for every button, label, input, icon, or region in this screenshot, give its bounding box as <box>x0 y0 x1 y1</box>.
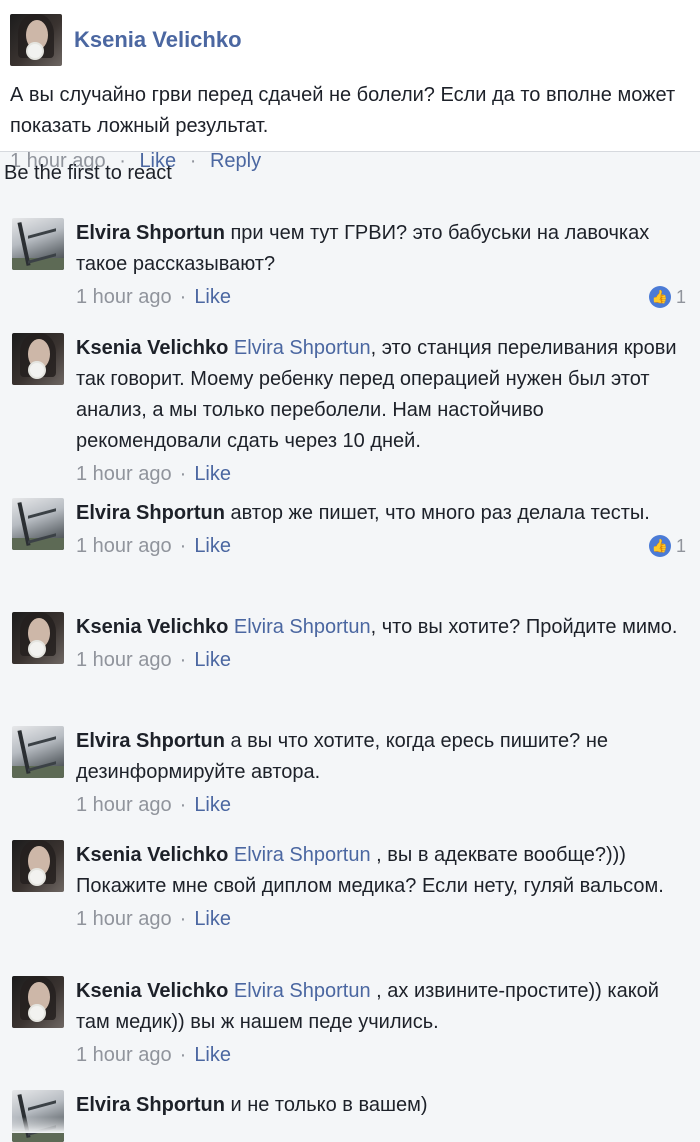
comments-page: Ksenia Velichko А вы случайно грви перед… <box>0 0 700 1142</box>
author-name[interactable]: Elvira Shportun <box>76 730 225 752</box>
comment-meta: 1 hour ago · Like <box>76 649 686 675</box>
avatar[interactable] <box>12 218 64 270</box>
separator: · <box>179 1044 187 1066</box>
timestamp[interactable]: 1 hour ago <box>76 463 172 485</box>
separator: · <box>179 463 187 485</box>
author-name[interactable]: Elvira Shportun <box>76 502 225 524</box>
comment-meta: 1 hour ago · Like 👍 1 <box>76 286 686 312</box>
like-link[interactable]: Like <box>194 1044 231 1066</box>
separator: · <box>179 286 187 308</box>
comment-body: автор же пишет, что много раз делала тес… <box>230 502 650 524</box>
mention-link[interactable]: Elvira Shportun <box>234 337 371 359</box>
comment-text: Elvira Shportun а вы что хотите, когда е… <box>76 726 686 788</box>
comment-meta: 1 hour ago · Like <box>76 908 686 934</box>
author-name[interactable]: Elvira Shportun <box>76 1094 225 1116</box>
like-link[interactable]: Like <box>194 286 231 308</box>
comment-text: Elvira Shportun при чем тут ГРВИ? это ба… <box>76 218 686 280</box>
like-link[interactable]: Like <box>194 535 231 557</box>
avatar[interactable] <box>12 1090 64 1142</box>
avatar[interactable] <box>10 14 62 66</box>
author-name[interactable]: Ksenia Velichko <box>74 27 242 53</box>
thumbs-up-icon: 👍 <box>648 286 671 308</box>
like-link[interactable]: Like <box>194 463 231 485</box>
thumbs-up-icon: 👍 <box>648 535 671 557</box>
comment-body: , что вы хотите? Пройдите мимо. <box>370 616 678 638</box>
mention-link[interactable]: Elvira Shportun <box>234 980 371 1002</box>
bottom-fade <box>0 1117 700 1133</box>
comment-text: Ksenia Velichko Elvira Shportun , вы в а… <box>76 840 686 902</box>
timestamp[interactable]: 1 hour ago <box>76 1044 172 1066</box>
comment-text: Ksenia Velichko Elvira Shportun, это ста… <box>76 333 686 457</box>
comment-text: Ksenia Velichko Elvira Shportun, что вы … <box>76 612 686 643</box>
comment-text: Elvira Shportun автор же пишет, что мног… <box>76 498 686 529</box>
comment-body: и не только в вашем) <box>230 1094 428 1116</box>
reaction-number: 1 <box>675 286 686 307</box>
separator: · <box>189 150 197 172</box>
comment-meta: 1 hour ago · Like <box>76 463 686 489</box>
reaction-number: 1 <box>675 535 686 556</box>
comment-meta: 1 hour ago · Like <box>76 1044 686 1070</box>
separator: · <box>179 794 187 816</box>
avatar[interactable] <box>12 612 64 664</box>
timestamp[interactable]: 1 hour ago <box>76 286 172 308</box>
mention-link[interactable]: Elvira Shportun <box>234 844 371 866</box>
comment-text: А вы случайно грви перед сдачей не болел… <box>10 84 676 137</box>
avatar[interactable] <box>12 333 64 385</box>
author-name[interactable]: Ksenia Velichko <box>76 616 228 638</box>
top-comment: Ksenia Velichko А вы случайно грви перед… <box>0 0 700 172</box>
like-link[interactable]: Like <box>194 794 231 816</box>
timestamp[interactable]: 1 hour ago <box>76 535 172 557</box>
comment-meta: 1 hour ago · Like 👍 1 <box>76 535 686 561</box>
separator: · <box>179 535 187 557</box>
author-name[interactable]: Ksenia Velichko <box>76 844 228 866</box>
author-name[interactable]: Elvira Shportun <box>76 222 225 244</box>
mention-link[interactable]: Elvira Shportun <box>234 616 371 638</box>
timestamp[interactable]: 1 hour ago <box>76 794 172 816</box>
avatar[interactable] <box>12 498 64 550</box>
avatar[interactable] <box>12 840 64 892</box>
reply-link[interactable]: Reply <box>210 150 261 172</box>
separator: · <box>179 908 187 930</box>
author-name[interactable]: Ksenia Velichko <box>76 337 228 359</box>
timestamp[interactable]: 1 hour ago <box>76 908 172 930</box>
comment-text: Ksenia Velichko Elvira Shportun , ах изв… <box>76 976 686 1038</box>
separator: · <box>179 649 187 671</box>
timestamp[interactable]: 1 hour ago <box>76 649 172 671</box>
reaction-count[interactable]: 👍 1 <box>648 286 686 308</box>
author-name[interactable]: Ksenia Velichko <box>76 980 228 1002</box>
like-link[interactable]: Like <box>194 908 231 930</box>
avatar[interactable] <box>12 726 64 778</box>
avatar[interactable] <box>12 976 64 1028</box>
reaction-count[interactable]: 👍 1 <box>648 535 686 557</box>
top-comment-header: Ksenia Velichko <box>10 14 690 66</box>
comment-meta: 1 hour ago · Like <box>76 794 686 820</box>
like-link[interactable]: Like <box>194 649 231 671</box>
